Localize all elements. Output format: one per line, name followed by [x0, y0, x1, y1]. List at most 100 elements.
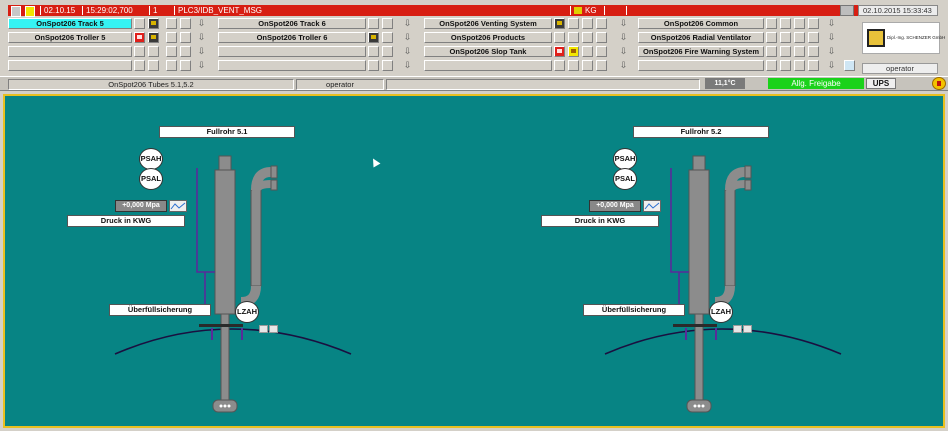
arrow-down-icon[interactable]: ⇩: [402, 18, 413, 29]
status-cell[interactable]: [794, 60, 805, 71]
status-cell[interactable]: [568, 18, 579, 29]
status-cell[interactable]: [568, 60, 579, 71]
status-cell[interactable]: [382, 46, 393, 57]
arrow-down-icon[interactable]: ⇩: [826, 18, 837, 29]
status-cell[interactable]: [368, 60, 379, 71]
alarm-bar[interactable]: 02.10.15 15:29:02,700 1 PLC3/IDB_VENT_MS…: [8, 5, 936, 17]
nav-venting-system[interactable]: OnSpot206 Venting System: [424, 18, 552, 29]
status-cell[interactable]: [134, 46, 145, 57]
nav-empty-slot[interactable]: [218, 46, 366, 57]
status-cell[interactable]: [166, 60, 177, 71]
status-cell[interactable]: [180, 18, 191, 29]
status-cell[interactable]: [808, 60, 819, 71]
status-cell[interactable]: [582, 18, 593, 29]
lzah-sensor[interactable]: LZAH: [709, 301, 733, 323]
status-indicator[interactable]: [554, 18, 565, 29]
status-cell[interactable]: [382, 18, 393, 29]
status-cell[interactable]: [780, 60, 791, 71]
sensor-tiles[interactable]: [259, 320, 279, 333]
alarm-indicator[interactable]: [554, 46, 565, 57]
psal-sensor[interactable]: PSAL: [139, 168, 163, 190]
pressure-readout[interactable]: +0,000 Mpa: [115, 200, 167, 212]
status-cell[interactable]: [180, 60, 191, 71]
alarm-acknowledge-icon[interactable]: [840, 5, 854, 16]
arrow-down-icon[interactable]: ⇩: [826, 32, 837, 43]
status-cell[interactable]: [134, 18, 145, 29]
status-indicator[interactable]: [148, 18, 159, 29]
status-cell[interactable]: [554, 60, 565, 71]
status-cell[interactable]: [766, 18, 777, 29]
status-cell[interactable]: [596, 46, 607, 57]
arrow-down-icon[interactable]: ⇩: [826, 46, 837, 57]
status-cell[interactable]: [180, 46, 191, 57]
status-cell[interactable]: [596, 18, 607, 29]
nav-empty-slot[interactable]: [8, 46, 132, 57]
warning-indicator[interactable]: [568, 46, 579, 57]
arrow-down-icon[interactable]: ⇩: [402, 60, 413, 71]
nav-troller-6[interactable]: OnSpot206 Troller 6: [218, 32, 366, 43]
status-cell[interactable]: [766, 60, 777, 71]
arrow-down-icon[interactable]: ⇩: [402, 46, 413, 57]
status-cell[interactable]: [180, 32, 191, 43]
arrow-down-icon[interactable]: ⇩: [618, 32, 629, 43]
alarm-indicator[interactable]: [134, 32, 145, 43]
status-cell[interactable]: [148, 46, 159, 57]
nav-troller-5[interactable]: OnSpot206 Troller 5: [8, 32, 132, 43]
status-cell[interactable]: [766, 32, 777, 43]
status-cell[interactable]: [554, 32, 565, 43]
status-cell[interactable]: [568, 32, 579, 43]
trend-chart-icon[interactable]: [169, 200, 187, 212]
nav-empty-slot[interactable]: [8, 60, 132, 71]
status-cell[interactable]: [166, 32, 177, 43]
status-cell[interactable]: [382, 60, 393, 71]
status-cell[interactable]: [780, 32, 791, 43]
warning-icon[interactable]: [932, 77, 946, 90]
status-cell[interactable]: [808, 18, 819, 29]
nav-empty-slot[interactable]: [424, 60, 552, 71]
status-cell[interactable]: [166, 18, 177, 29]
status-cell[interactable]: [134, 60, 145, 71]
status-cell[interactable]: [596, 60, 607, 71]
psal-sensor[interactable]: PSAL: [613, 168, 637, 190]
status-cell[interactable]: [582, 46, 593, 57]
status-indicator[interactable]: [368, 32, 379, 43]
arrow-down-icon[interactable]: ⇩: [618, 18, 629, 29]
status-cell[interactable]: [794, 32, 805, 43]
nav-track-6[interactable]: OnSpot206 Track 6: [218, 18, 366, 29]
nav-empty-slot[interactable]: [218, 60, 366, 71]
arrow-down-icon[interactable]: ⇩: [196, 18, 207, 29]
arrow-down-icon[interactable]: ⇩: [618, 60, 629, 71]
nav-products[interactable]: OnSpot206 Products: [424, 32, 552, 43]
status-cell[interactable]: [766, 46, 777, 57]
arrow-down-icon[interactable]: ⇩: [618, 46, 629, 57]
arrow-down-icon[interactable]: ⇩: [826, 60, 837, 71]
tube-5-2-title[interactable]: Fullrohr 5.2: [633, 126, 769, 138]
status-cell[interactable]: [808, 32, 819, 43]
psah-sensor[interactable]: PSAH: [613, 148, 637, 170]
arrow-down-icon[interactable]: ⇩: [402, 32, 413, 43]
arrow-down-icon[interactable]: ⇩: [196, 60, 207, 71]
psah-sensor[interactable]: PSAH: [139, 148, 163, 170]
status-cell[interactable]: [582, 32, 593, 43]
status-cell[interactable]: [368, 46, 379, 57]
nav-common[interactable]: OnSpot206 Common: [638, 18, 764, 29]
status-cell[interactable]: [166, 46, 177, 57]
keyboard-icon[interactable]: [844, 60, 855, 71]
status-cell[interactable]: [780, 46, 791, 57]
nav-slop-tank[interactable]: OnSpot206 Slop Tank: [424, 46, 552, 57]
pressure-readout[interactable]: +0,000 Mpa: [589, 200, 641, 212]
arrow-down-icon[interactable]: ⇩: [196, 32, 207, 43]
status-cell[interactable]: [382, 32, 393, 43]
trend-chart-icon[interactable]: [643, 200, 661, 212]
status-cell[interactable]: [148, 60, 159, 71]
alarm-list-icon[interactable]: [11, 6, 21, 17]
arrow-down-icon[interactable]: ⇩: [196, 46, 207, 57]
nav-fire-warning-system[interactable]: OnSpot206 Fire Warning System: [638, 46, 764, 57]
status-cell[interactable]: [794, 46, 805, 57]
status-cell[interactable]: [596, 32, 607, 43]
status-cell[interactable]: [808, 46, 819, 57]
tube-5-1-title[interactable]: Fullrohr 5.1: [159, 126, 295, 138]
ups-indicator[interactable]: UPS: [866, 78, 896, 89]
lzah-sensor[interactable]: LZAH: [235, 301, 259, 323]
status-cell[interactable]: [780, 18, 791, 29]
